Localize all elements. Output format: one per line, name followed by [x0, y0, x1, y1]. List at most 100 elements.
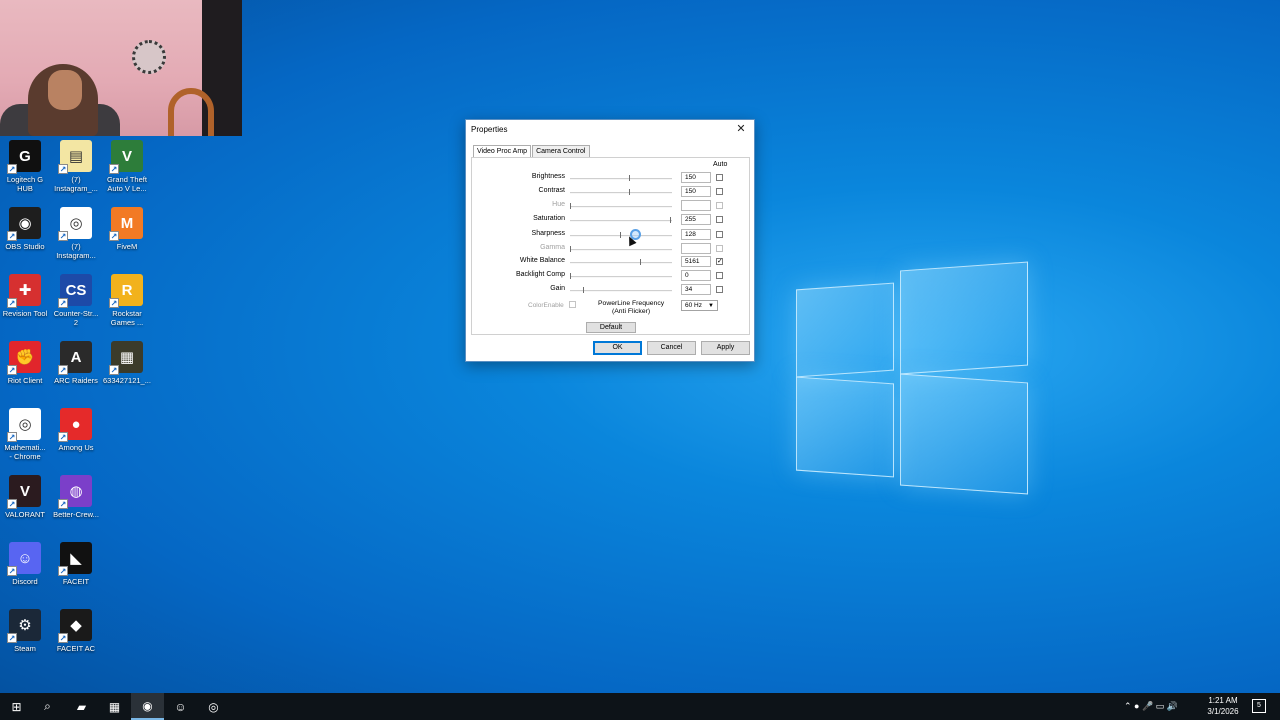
webcam-face [48, 70, 82, 110]
property-value-field[interactable]: 150 [681, 186, 711, 197]
system-tray[interactable]: ⌃ ● 🎤 ▭ 🔊 [1124, 693, 1178, 720]
slider-thumb[interactable] [629, 189, 630, 195]
app-icon: ▦ ↗ [109, 341, 143, 375]
desktop-icon-label: Among Us [58, 443, 94, 452]
desktop-icon[interactable]: ▦ ↗ 633427121_... [102, 341, 152, 385]
desktop-icon[interactable]: ◆ ↗ FACEIT AC [51, 609, 101, 653]
desktop-icon[interactable]: V ↗ VALORANT [0, 475, 50, 519]
property-label: Gain [550, 285, 565, 292]
dialog-title: Properties [471, 125, 508, 134]
desktop-icon-label: FACEIT [62, 577, 90, 586]
tray-icons[interactable]: ⌃ ● 🎤 ▭ 🔊 [1124, 701, 1178, 712]
desktop-icon[interactable]: ✊ ↗ Riot Client [0, 341, 50, 385]
discord-app[interactable]: ☺ [164, 693, 197, 720]
shortcut-arrow-icon: ↗ [58, 566, 68, 576]
chrome-app[interactable]: ◎ [197, 693, 230, 720]
app-icon: ◎ ↗ [7, 408, 41, 442]
taskbar: ⊞ ⌕ ▰ ▦ ◉ ☺ ◎ ⌃ ● 🎤 ▭ 🔊 1:21 AM 3/1/2026 5 [0, 693, 1280, 720]
property-slider[interactable] [570, 175, 672, 181]
desktop-icon[interactable]: ✚ ↗ Revision Tool [0, 274, 50, 318]
default-button[interactable]: Default [586, 322, 636, 333]
search-button[interactable]: ⌕ [31, 693, 64, 720]
property-value-field[interactable]: 150 [681, 172, 711, 183]
property-value-field[interactable]: 0 [681, 270, 711, 281]
auto-checkbox[interactable] [716, 174, 723, 181]
app-icon: V ↗ [7, 475, 41, 509]
tab-panel: Auto Brightness 150 Contrast 150 Hue Saturati… [471, 157, 750, 335]
auto-checkbox [716, 202, 723, 209]
shortcut-arrow-icon: ↗ [58, 633, 68, 643]
desktop-icon[interactable]: ☺ ↗ Discord [0, 542, 50, 586]
powerline-frequency-select[interactable]: 60 Hz ▼ [681, 300, 718, 311]
desktop-icon-label: FiveM [116, 242, 138, 251]
desktop-icon[interactable]: ● ↗ Among Us [51, 408, 101, 452]
slider-thumb[interactable] [583, 287, 584, 293]
desktop-icon[interactable]: R ↗ Rockstar Games ... [102, 274, 152, 327]
property-slider[interactable] [570, 217, 672, 223]
desktop-icon[interactable]: G ↗ Logitech G HUB [0, 140, 50, 193]
cancel-button[interactable]: Cancel [647, 341, 696, 355]
auto-checkbox[interactable] [716, 231, 723, 238]
property-slider[interactable] [570, 273, 672, 279]
notification-center-icon[interactable]: 5 [1252, 699, 1266, 713]
auto-checkbox[interactable] [716, 272, 723, 279]
slider-thumb [570, 203, 571, 209]
camera-app[interactable]: ◉ [131, 693, 164, 720]
color-enable-checkbox [569, 301, 576, 308]
apply-button[interactable]: Apply [701, 341, 750, 355]
property-row: Gamma [472, 243, 751, 255]
property-slider[interactable] [570, 287, 672, 293]
property-value-field[interactable]: 34 [681, 284, 711, 295]
desktop-icon[interactable]: ◉ ↗ OBS Studio [0, 207, 50, 251]
shortcut-arrow-icon: ↗ [58, 231, 68, 241]
auto-checkbox[interactable] [716, 216, 723, 223]
auto-checkbox[interactable]: ✓ [716, 258, 723, 265]
file-explorer[interactable]: ▰ [65, 693, 98, 720]
desktop-icon[interactable]: ◎ ↗ (7) Instagram... [51, 207, 101, 260]
slider-thumb[interactable] [670, 217, 671, 223]
property-label: Gamma [540, 244, 565, 251]
desktop-icon[interactable]: ▤ ↗ (7) Instagram_... [51, 140, 101, 193]
shortcut-arrow-icon: ↗ [109, 231, 119, 241]
slider-thumb[interactable] [640, 259, 641, 265]
ok-button[interactable]: OK [593, 341, 642, 355]
close-icon[interactable]: ✕ [734, 122, 748, 135]
slider-thumb[interactable] [620, 232, 621, 238]
app-icon: M ↗ [109, 207, 143, 241]
desktop-icon[interactable]: A ↗ ARC Raiders [51, 341, 101, 385]
webcam-chair [168, 88, 214, 136]
logo-pane-tl [796, 282, 894, 378]
desktop-icon[interactable]: M ↗ FiveM [102, 207, 152, 251]
shortcut-arrow-icon: ↗ [58, 365, 68, 375]
desktop-icon[interactable]: ◎ ↗ Mathemati... - Chrome [0, 408, 50, 461]
taskbar-clock[interactable]: 1:21 AM 3/1/2026 [1198, 695, 1248, 717]
desktop-icon-label: Revision Tool [2, 309, 48, 318]
microsoft-store[interactable]: ▦ [98, 693, 131, 720]
desktop-icon[interactable]: ◍ ↗ Better-Crew... [51, 475, 101, 519]
property-value-field[interactable]: 128 [681, 229, 711, 240]
start-button-icon: ⊞ [11, 699, 22, 714]
desktop-icon[interactable]: V ↗ Grand Theft Auto V Le... [102, 140, 152, 193]
property-row: Sharpness 128 [472, 229, 751, 241]
app-icon: ◍ ↗ [58, 475, 92, 509]
app-icon: ☺ ↗ [7, 542, 41, 576]
slider-thumb[interactable] [570, 273, 571, 279]
auto-checkbox[interactable] [716, 286, 723, 293]
property-slider[interactable] [570, 189, 672, 195]
property-slider[interactable] [570, 232, 672, 238]
app-icon: V ↗ [109, 140, 143, 174]
desktop-icon-label: Counter-Str... 2 [53, 309, 99, 327]
shortcut-arrow-icon: ↗ [7, 432, 17, 442]
property-slider[interactable] [570, 259, 672, 265]
property-value-field[interactable]: 255 [681, 214, 711, 225]
property-label: Contrast [538, 187, 565, 194]
start-button[interactable]: ⊞ [0, 693, 33, 720]
desktop-icon[interactable]: ⚙ ↗ Steam [0, 609, 50, 653]
desktop-icon-label: FACEIT AC [56, 644, 96, 653]
desktop-icon[interactable]: CS ↗ Counter-Str... 2 [51, 274, 101, 327]
app-icon: ✚ ↗ [7, 274, 41, 308]
auto-checkbox[interactable] [716, 188, 723, 195]
slider-thumb[interactable] [629, 175, 630, 181]
property-value-field[interactable]: 5161 [681, 256, 711, 267]
desktop-icon[interactable]: ◣ ↗ FACEIT [51, 542, 101, 586]
